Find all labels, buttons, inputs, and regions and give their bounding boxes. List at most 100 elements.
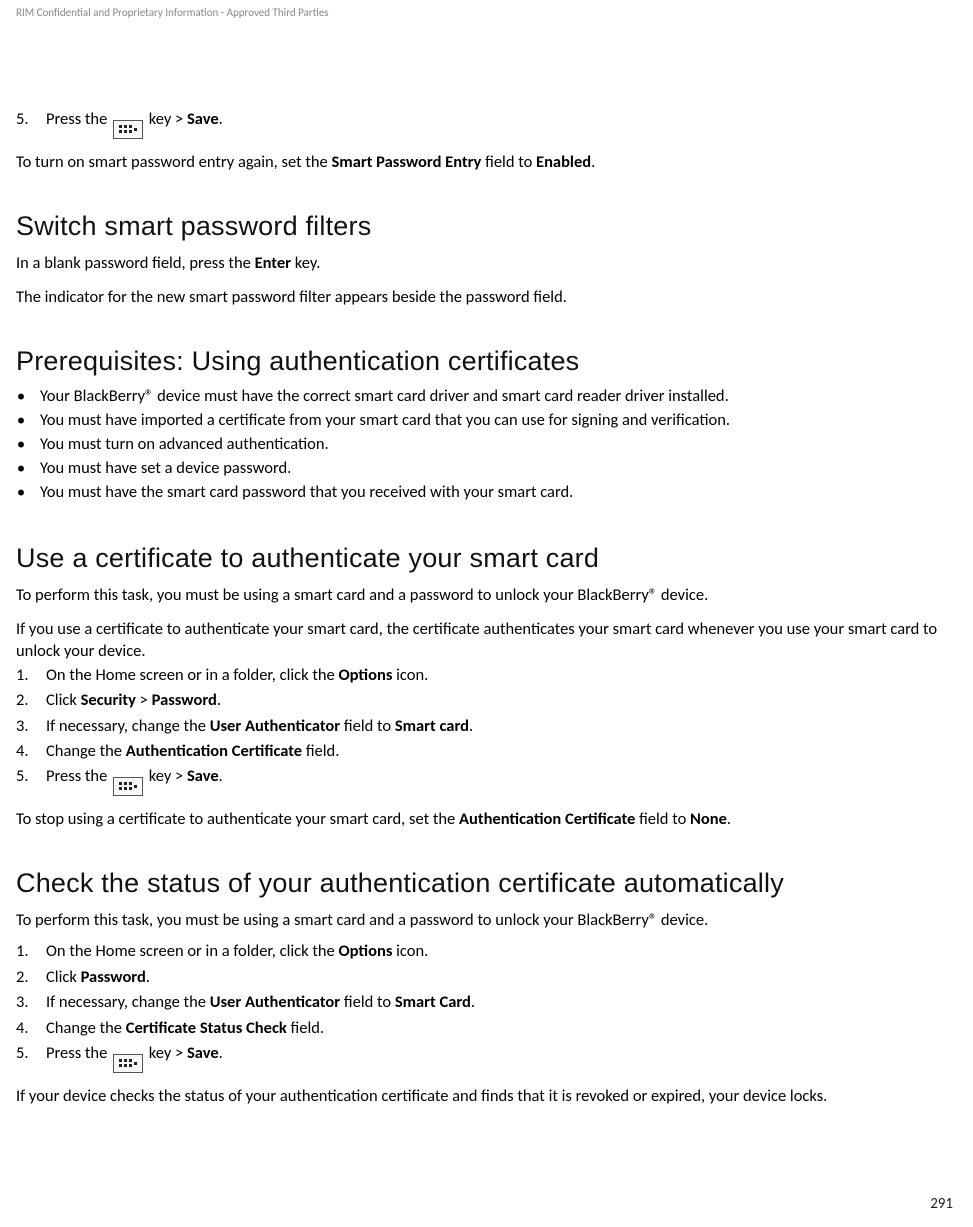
text: If necessary, change the (46, 992, 210, 1012)
bullet-icon: • (16, 409, 26, 433)
text: . (219, 1043, 223, 1063)
step-text: On the Home screen or in a folder, click… (46, 665, 953, 686)
text: If necessary, change the (46, 716, 210, 736)
step-1: 1. On the Home screen or in a folder, cl… (16, 665, 953, 686)
step-4: 4. Change the Authentication Certificate… (16, 741, 953, 762)
term: Certificate Status Check (126, 1018, 287, 1038)
paragraph: If your device checks the status of your… (16, 1085, 953, 1107)
key-name: Enter (255, 253, 291, 273)
text: . (591, 152, 595, 172)
text: key > (145, 1043, 187, 1063)
list-item: • You must have imported a certificate fr… (16, 409, 953, 433)
term: Security (81, 690, 136, 710)
text: Your BlackBerry® device must have the co… (40, 385, 729, 409)
heading-use-certificate: Use a certificate to authenticate your s… (16, 543, 953, 574)
text: Change the (46, 1018, 126, 1038)
term: Smart card (395, 716, 469, 736)
text: On the Home screen or in a folder, click… (46, 665, 338, 685)
step-number: 4. (16, 741, 36, 762)
text: icon. (392, 665, 428, 685)
paragraph: To perform this task, you must be using … (16, 909, 953, 931)
text: . (219, 766, 223, 786)
text: field to (481, 152, 536, 172)
text: > (136, 690, 152, 710)
confidential-header: RIM Confidential and Proprietary Informa… (16, 0, 953, 19)
step-number: 1. (16, 665, 36, 686)
step-text: Change the Certificate Status Check fiel… (46, 1018, 953, 1039)
text: To stop using a certificate to authentic… (16, 809, 459, 829)
step-number: 2. (16, 967, 36, 988)
term: Smart Card (395, 992, 471, 1012)
text: To turn on smart password entry again, s… (16, 152, 332, 172)
text: On the Home screen or in a folder, click… (46, 941, 338, 961)
list-item: • You must have the smart card password t… (16, 481, 953, 505)
heading-switch-filters: Switch smart password filters (16, 211, 953, 242)
step-text: Press the key > Save. (46, 109, 953, 139)
term: Options (338, 665, 392, 685)
paragraph-turn-on: To turn on smart password entry again, s… (16, 151, 953, 173)
step-text: Press the key > Save. (46, 766, 953, 796)
section-use-certificate: Use a certificate to authenticate your s… (16, 543, 953, 830)
text: Click (46, 690, 81, 710)
step-number: 5. (16, 766, 36, 787)
term: None (690, 809, 727, 829)
text: Press the (46, 766, 111, 786)
text: icon. (392, 941, 428, 961)
text: field to (635, 809, 690, 829)
paragraph: The indicator for the new smart password… (16, 286, 953, 308)
paragraph: To stop using a certificate to authentic… (16, 808, 953, 830)
step-number: 5. (16, 1043, 36, 1064)
step-number: 2. (16, 690, 36, 711)
text: . (469, 716, 473, 736)
step-5: 5. Press the key > Save. (16, 1043, 953, 1073)
bullet-icon: • (16, 481, 26, 505)
step-number: 3. (16, 992, 36, 1013)
step-5-press-key: 5. Press the key > Save. (16, 109, 953, 139)
text: Press the (46, 1043, 111, 1063)
text: In a blank password field, press the (16, 253, 255, 273)
step-number: 1. (16, 941, 36, 962)
step-text: Press the key > Save. (46, 1043, 953, 1073)
text: Change the (46, 741, 126, 761)
heading-check-status: Check the status of your authentication … (16, 868, 953, 899)
text: key > (145, 109, 187, 129)
text: You must have imported a certificate fro… (40, 409, 730, 433)
list-item: •You must have set a device password. (16, 457, 953, 481)
text: You must turn on advanced authentication… (40, 433, 329, 457)
step-2: 2. Click Security > Password. (16, 690, 953, 711)
term: Authentication Certificate (459, 809, 635, 829)
text: Click (46, 967, 81, 987)
menu-key-icon (113, 120, 143, 139)
text: . (219, 109, 223, 129)
text: You must have the smart card password th… (40, 481, 573, 505)
step-number: 4. (16, 1018, 36, 1039)
text: . (146, 967, 150, 987)
field-value: Enabled (536, 152, 591, 172)
document-page: RIM Confidential and Proprietary Informa… (0, 0, 973, 1107)
field-name: Smart Password Entry (332, 152, 482, 172)
step-text: Change the Authentication Certificate fi… (46, 741, 953, 762)
text: field to (340, 716, 395, 736)
term: Password (81, 967, 146, 987)
term: User Authenticator (210, 992, 340, 1012)
step-3: 3. If necessary, change the User Authent… (16, 992, 953, 1013)
step-number: 3. (16, 716, 36, 737)
step-text: Click Password. (46, 967, 953, 988)
page-number: 291 (930, 1195, 953, 1213)
text: . (727, 809, 731, 829)
text: field. (302, 741, 339, 761)
section-prerequisites: Prerequisites: Using authentication cert… (16, 346, 953, 505)
step-text: If necessary, change the User Authentica… (46, 716, 953, 737)
menu-key-icon (113, 777, 143, 796)
save-label: Save (187, 109, 219, 129)
paragraph: In a blank password field, press the Ent… (16, 252, 953, 274)
text: field. (287, 1018, 324, 1038)
bullet-icon: • (16, 385, 26, 409)
text: field to (340, 992, 395, 1012)
paragraph: To perform this task, you must be using … (16, 584, 953, 606)
term: Options (338, 941, 392, 961)
step-text: If necessary, change the User Authentica… (46, 992, 953, 1013)
text: You must have set a device password. (40, 457, 291, 481)
text: Press the (46, 109, 111, 129)
term: Password (152, 690, 217, 710)
